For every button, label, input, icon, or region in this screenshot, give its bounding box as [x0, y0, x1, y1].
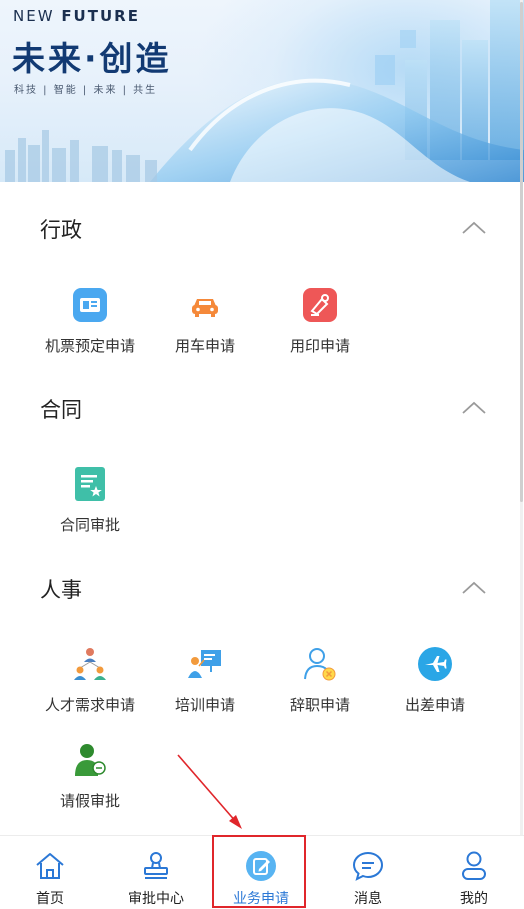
app-label: 辞职申请: [289, 696, 350, 714]
tab-label: 消息: [354, 891, 382, 907]
app-label: 机票预定申请: [44, 337, 135, 355]
scrollbar-thumb[interactable]: [520, 2, 523, 502]
leave-icon: [75, 744, 106, 776]
app-item-flight-booking[interactable]: 机票预定申请: [32, 287, 148, 367]
hero-banner: NEW FUTURE 未来·创造 科技 | 智能 | 未来 | 共生: [0, 0, 524, 182]
stamp-icon: [144, 852, 168, 879]
seal-icon: [303, 288, 337, 322]
banner-subtitle: 科技 | 智能 | 未来 | 共生: [14, 85, 158, 96]
app-label: 用印申请: [289, 337, 350, 355]
app-item-resignation-request[interactable]: 辞职申请: [262, 646, 378, 726]
app-item-contract-approval[interactable]: 合同审批: [32, 466, 148, 546]
annotation-highlight-box: [212, 835, 306, 908]
contract-icon: [75, 467, 105, 501]
section-header-contract[interactable]: 合同: [0, 386, 524, 426]
app-label: 出差申请: [404, 696, 465, 714]
home-icon: [36, 853, 64, 879]
section-header-hr[interactable]: 人事: [0, 566, 524, 606]
tab-label: 我的: [460, 891, 488, 907]
section-title: 行政: [40, 218, 82, 242]
tab-label: 首页: [36, 891, 64, 907]
training-icon: [188, 650, 221, 678]
car-icon: [192, 299, 218, 317]
section-title: 人事: [40, 578, 82, 602]
app-item-training-request[interactable]: 培训申请: [147, 646, 263, 726]
banner-tagline-prefix: NEW: [13, 7, 62, 25]
banner-tagline: NEW FUTURE: [13, 7, 140, 25]
tab-approval-center[interactable]: 审批中心: [106, 836, 206, 909]
chevron-up-icon[interactable]: [460, 220, 488, 236]
app-label: 请假审批: [59, 792, 120, 810]
tab-mine[interactable]: 我的: [424, 836, 524, 909]
app-item-talent-request[interactable]: 人才需求申请: [32, 646, 148, 726]
tab-home[interactable]: 首页: [0, 836, 100, 909]
banner-tagline-bold: FUTURE: [61, 7, 140, 25]
section-header-admin[interactable]: 行政: [0, 206, 524, 246]
ticket-icon: [73, 288, 107, 322]
app-item-car-request[interactable]: 用车申请: [147, 287, 263, 367]
app-label: 培训申请: [174, 696, 235, 714]
section-title: 合同: [40, 398, 82, 422]
app-label: 人才需求申请: [44, 696, 135, 714]
chevron-up-icon[interactable]: [460, 580, 488, 596]
user-icon: [462, 851, 486, 880]
resign-icon: [304, 648, 336, 681]
chat-icon: [352, 851, 384, 881]
app-item-leave-approval[interactable]: 请假审批: [32, 742, 148, 822]
app-item-seal-request[interactable]: 用印申请: [262, 287, 378, 367]
app-root: NEW FUTURE 未来·创造 科技 | 智能 | 未来 | 共生 行政 机票…: [0, 0, 524, 909]
tab-messages[interactable]: 消息: [318, 836, 418, 909]
plane-icon: [418, 647, 452, 681]
talent-icon: [74, 648, 106, 680]
banner-title: 未来·创造: [12, 39, 172, 78]
app-item-business-trip-request[interactable]: 出差申请: [377, 646, 493, 726]
app-label: 用车申请: [174, 337, 235, 355]
chevron-up-icon[interactable]: [460, 400, 488, 416]
app-label: 合同审批: [59, 516, 120, 534]
tab-label: 审批中心: [128, 891, 184, 907]
